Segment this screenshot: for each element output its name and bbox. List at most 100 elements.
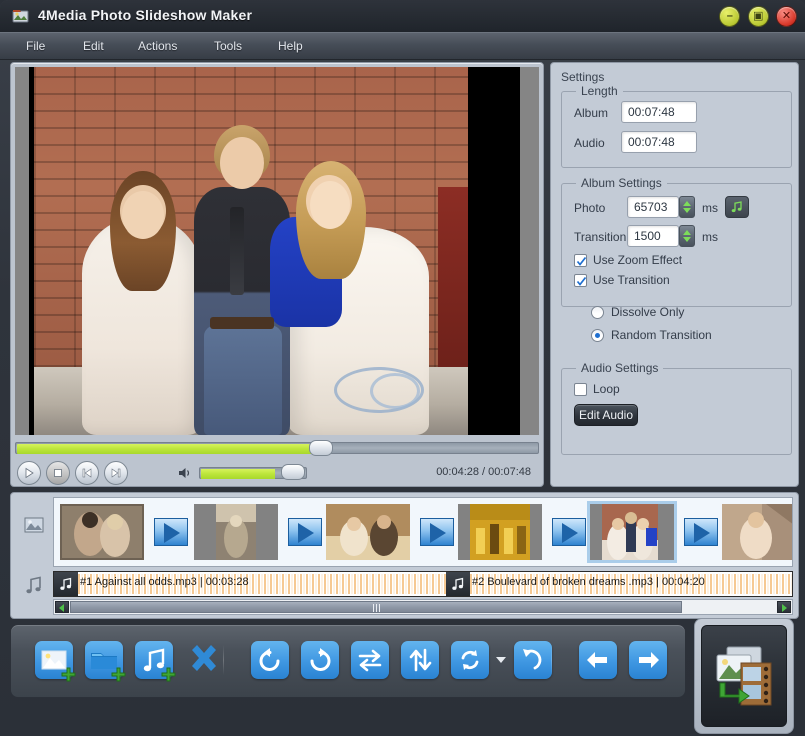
scroll-left-icon[interactable] — [55, 601, 69, 613]
grip-line — [373, 604, 374, 612]
right-triangle — [782, 604, 787, 612]
audio-length-field[interactable]: 00:07:48 — [621, 131, 697, 153]
refresh-button[interactable] — [451, 641, 489, 679]
dissolve-only-label[interactable]: Dissolve Only — [611, 305, 684, 319]
use-zoom-effect-checkbox[interactable] — [574, 254, 587, 267]
audio-clip-2-label: #2 Boulevard of broken dreams .mp3 | 00:… — [472, 576, 705, 588]
menu-item-edit[interactable]: Edit — [77, 38, 110, 54]
transition-arrow-icon[interactable] — [154, 518, 188, 546]
album-length-field[interactable]: 00:07:48 — [621, 101, 697, 123]
chevron-down-icon[interactable] — [496, 657, 506, 663]
next-icon — [111, 468, 121, 478]
transition-arrow-icon[interactable] — [288, 518, 322, 546]
photo-strip[interactable] — [53, 497, 793, 567]
maximize-button[interactable]: ▣ — [747, 6, 769, 27]
dissolve-only-radio[interactable] — [591, 306, 604, 319]
photo-subject-center-jeans — [204, 325, 282, 435]
delete-button[interactable] — [185, 641, 223, 679]
preview-stage[interactable] — [15, 67, 539, 435]
stepper-down-icon[interactable] — [683, 237, 691, 242]
music-sync-button[interactable] — [725, 196, 749, 218]
table-row[interactable] — [60, 504, 144, 560]
toolbar-separator — [223, 645, 224, 675]
bottom-toolbar — [10, 624, 686, 698]
loop-checkbox[interactable] — [574, 383, 587, 396]
menu-item-actions[interactable]: Actions — [132, 38, 183, 54]
table-row[interactable] — [194, 504, 278, 560]
use-transition-label[interactable]: Use Transition — [593, 273, 670, 287]
start-button[interactable] — [694, 618, 794, 734]
photo-duration-unit: ms — [702, 201, 718, 215]
start-button-face — [701, 625, 787, 727]
minimize-button[interactable]: – — [719, 6, 741, 27]
stepper-up-icon[interactable] — [683, 201, 691, 206]
stop-button[interactable] — [46, 461, 70, 485]
rotate-left-button[interactable] — [251, 641, 289, 679]
add-photo-button[interactable] — [35, 641, 76, 682]
menu-item-help[interactable]: Help — [272, 38, 309, 54]
transition-arrow-icon[interactable] — [552, 518, 586, 546]
seek-thumb[interactable] — [309, 440, 333, 456]
flip-vertical-button[interactable] — [401, 641, 439, 679]
close-button[interactable]: ✕ — [776, 6, 797, 27]
arrow-glyph — [164, 523, 180, 543]
rotate-right-button[interactable] — [301, 641, 339, 679]
thumbnail-5-image — [590, 504, 674, 560]
grip-line — [376, 604, 377, 612]
list-item[interactable]: #1 Against all odds.mp3 | 00:03:28 — [54, 572, 447, 596]
photo-subject-tie — [230, 207, 244, 295]
random-transition-label[interactable]: Random Transition — [611, 328, 712, 342]
undo-button[interactable] — [514, 641, 552, 679]
next-button[interactable] — [104, 461, 128, 485]
transition-duration-input[interactable]: 1500 — [627, 225, 679, 247]
volume-level — [201, 469, 275, 479]
volume-icon[interactable] — [177, 465, 193, 481]
window-controls: – ▣ ✕ — [715, 6, 797, 27]
stepper-down-icon[interactable] — [683, 208, 691, 213]
move-right-button[interactable] — [629, 641, 667, 679]
scroll-right-icon[interactable] — [777, 601, 791, 613]
timeline-scrollbar[interactable] — [53, 599, 793, 615]
table-row[interactable] — [587, 501, 677, 563]
flip-horizontal-icon — [358, 649, 382, 672]
audio-track[interactable]: #1 Against all odds.mp3 | 00:03:28 #2 Bo… — [53, 571, 793, 597]
previous-button[interactable] — [75, 461, 99, 485]
menu-item-tools[interactable]: Tools — [208, 38, 248, 54]
build-slideshow-icon — [716, 646, 772, 706]
transition-duration-stepper[interactable] — [679, 225, 695, 247]
move-left-button[interactable] — [579, 641, 617, 679]
loop-label[interactable]: Loop — [593, 382, 620, 396]
maximize-icon: ▣ — [752, 10, 764, 22]
plus-badge-icon — [61, 667, 76, 682]
audio-length-label: Audio — [574, 136, 605, 150]
transition-duration-label: Transition — [574, 230, 627, 244]
transition-arrow-icon[interactable] — [684, 518, 718, 546]
menu-item-file[interactable]: File — [20, 38, 51, 54]
table-row[interactable] — [326, 504, 410, 560]
flip-horizontal-button[interactable] — [351, 641, 389, 679]
table-row[interactable] — [458, 504, 542, 560]
add-music-button[interactable] — [135, 641, 176, 682]
random-transition-radio[interactable] — [591, 329, 604, 342]
scrollbar-thumb[interactable] — [70, 601, 682, 613]
list-item[interactable]: #2 Boulevard of broken dreams .mp3 | 00:… — [446, 572, 792, 596]
transition-arrow-icon[interactable] — [420, 518, 454, 546]
seek-track[interactable] — [15, 442, 539, 454]
table-row[interactable] — [722, 504, 792, 560]
album-settings-group-title: Album Settings — [576, 176, 667, 190]
preview-panel: 00:04:28 / 00:07:48 — [10, 62, 544, 487]
photo-duration-input[interactable]: 65703 — [627, 196, 679, 218]
photo-subject-belt — [210, 317, 274, 329]
seek-bar[interactable] — [15, 440, 539, 456]
edit-audio-button[interactable]: Edit Audio — [574, 404, 638, 426]
stepper-up-icon[interactable] — [683, 230, 691, 235]
close-icon: ✕ — [781, 10, 792, 22]
add-folder-button[interactable] — [85, 641, 126, 682]
use-transition-checkbox[interactable] — [574, 274, 587, 287]
window-title: 4Media Photo Slideshow Maker — [38, 7, 253, 23]
preview-photo — [34, 67, 468, 435]
photo-duration-stepper[interactable] — [679, 196, 695, 218]
play-button[interactable] — [17, 461, 41, 485]
volume-thumb[interactable] — [281, 464, 305, 480]
use-zoom-effect-label[interactable]: Use Zoom Effect — [593, 253, 682, 267]
